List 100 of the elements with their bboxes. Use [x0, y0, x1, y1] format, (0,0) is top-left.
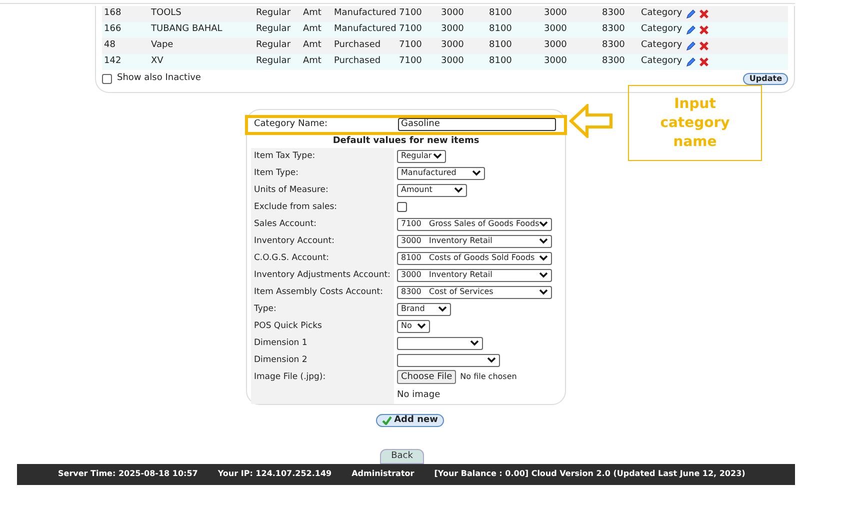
field-label: Category Name: — [254, 118, 329, 131]
pencil-icon[interactable] — [685, 24, 696, 36]
user-role: Administrator — [352, 468, 414, 480]
dropdown[interactable]: Brand — [397, 302, 451, 316]
file-status: No file chosen — [460, 371, 517, 383]
item-id: 48 — [104, 39, 116, 52]
no-image-text: No image — [397, 388, 440, 402]
ip-address: Your IP: 124.107.252.149 — [218, 468, 332, 480]
sales-account: 7100 — [399, 39, 423, 52]
delete-icon[interactable] — [699, 57, 709, 67]
inventory-account: 3000 — [441, 7, 465, 20]
chevron-icon — [472, 170, 481, 176]
category-name: Vape — [151, 39, 174, 52]
unit: Amt — [303, 23, 322, 36]
row-type: Category — [641, 55, 684, 68]
category-name-input[interactable]: Gasoline — [398, 118, 556, 131]
row-type: Category — [641, 39, 684, 52]
row-type: Category — [641, 23, 684, 36]
field-label: Dimension 2 — [254, 354, 308, 366]
dropdown[interactable]: Amount — [397, 184, 467, 196]
checkbox[interactable] — [102, 74, 112, 84]
chevron-icon — [539, 221, 548, 227]
add-new-button[interactable]: Add new — [376, 414, 444, 426]
field-label: Item Tax Type: — [254, 150, 316, 162]
chevron-icon — [417, 323, 426, 329]
item-id: 142 — [104, 55, 122, 68]
inventory-account: 3000 — [441, 23, 465, 36]
field-label: Sales Account: — [254, 218, 317, 230]
assembly-account: 8300 — [602, 39, 626, 52]
unit: Amt — [303, 55, 322, 68]
choose-file-button[interactable]: Choose File — [397, 370, 456, 384]
item-type: Manufactured — [334, 23, 398, 36]
chevron-icon — [438, 306, 447, 312]
item-type: Manufactured — [334, 7, 398, 20]
category-name: TUBANG BAHAL — [151, 23, 224, 36]
server-time: Server Time: 2025-08-18 10:57 — [58, 468, 198, 480]
dropdown[interactable]: 8300 Cost of Services — [397, 286, 552, 298]
field-label: Inventory Account: — [254, 234, 334, 248]
check-icon — [382, 416, 392, 424]
item-type: Purchased — [334, 55, 382, 68]
checkbox[interactable] — [397, 202, 407, 212]
assembly-account: 8300 — [602, 7, 626, 20]
category-name: XV — [151, 55, 164, 68]
section-title: Default values for new items — [332, 134, 480, 148]
version-info: [Your Balance : 0.00] Cloud Version 2.0 (Updated Last June 12, 2023) — [434, 468, 746, 480]
adjustments-account: 3000 — [544, 7, 568, 20]
item-type: Purchased — [334, 39, 382, 52]
assembly-account: 8300 — [602, 23, 626, 36]
back-button[interactable]: Back — [380, 448, 424, 464]
dropdown[interactable] — [397, 354, 500, 366]
field-label: Item Assembly Costs Account: — [254, 286, 383, 298]
tax-type: Regular — [256, 55, 292, 68]
delete-icon[interactable] — [699, 9, 709, 19]
assembly-account: 8300 — [602, 55, 626, 68]
sales-account: 7100 — [399, 55, 423, 68]
pencil-icon[interactable] — [685, 8, 696, 20]
inventory-account: 3000 — [441, 39, 465, 52]
dropdown[interactable]: 7100 Gross Sales of Goods Foods — [397, 218, 552, 230]
unit: Amt — [303, 7, 322, 20]
sales-account: 7100 — [399, 23, 423, 36]
chevron-icon — [454, 187, 463, 193]
dropdown[interactable]: 3000 Inventory Retail — [397, 234, 552, 248]
callout-text: Input category name — [659, 94, 731, 152]
dropdown[interactable] — [397, 336, 483, 350]
chevron-icon — [539, 255, 548, 261]
category-name: TOOLS — [151, 7, 182, 20]
tax-type: Regular — [256, 39, 292, 52]
pencil-icon[interactable] — [685, 56, 696, 68]
delete-icon[interactable] — [699, 25, 709, 35]
item-id: 168 — [104, 7, 122, 20]
dropdown[interactable]: Regular — [397, 150, 446, 162]
checkbox-label: Show also Inactive — [117, 72, 201, 85]
cogs-account: 8100 — [489, 55, 513, 68]
dropdown[interactable]: 8100 Costs of Goods Sold Foods — [397, 252, 552, 264]
arrow-icon — [569, 104, 613, 138]
row-type: Category — [641, 7, 684, 20]
dropdown[interactable]: Manufactured — [397, 166, 485, 180]
chevron-icon — [433, 153, 442, 159]
field-label: Units of Measure: — [254, 184, 328, 196]
adjustments-account: 3000 — [544, 55, 568, 68]
delete-icon[interactable] — [699, 41, 709, 51]
chevron-icon — [539, 272, 548, 278]
field-label: Item Type: — [254, 166, 298, 180]
field-label: C.O.G.S. Account: — [254, 252, 329, 264]
inventory-account: 3000 — [441, 55, 465, 68]
cogs-account: 8100 — [489, 23, 513, 36]
pencil-icon[interactable] — [685, 40, 696, 52]
chevron-icon — [539, 238, 548, 244]
field-label: Type: — [254, 302, 276, 316]
field-label: POS Quick Picks — [254, 320, 322, 332]
field-label: Exclude from sales: — [254, 200, 338, 214]
dropdown[interactable]: 3000 Inventory Retail — [397, 268, 552, 282]
adjustments-account: 3000 — [544, 23, 568, 36]
adjustments-account: 3000 — [544, 39, 568, 52]
chevron-icon — [487, 357, 496, 363]
dropdown[interactable]: No — [397, 320, 430, 332]
tax-type: Regular — [256, 7, 292, 20]
update-button[interactable]: Update — [743, 72, 788, 85]
chevron-icon — [470, 340, 479, 346]
cogs-account: 8100 — [489, 39, 513, 52]
